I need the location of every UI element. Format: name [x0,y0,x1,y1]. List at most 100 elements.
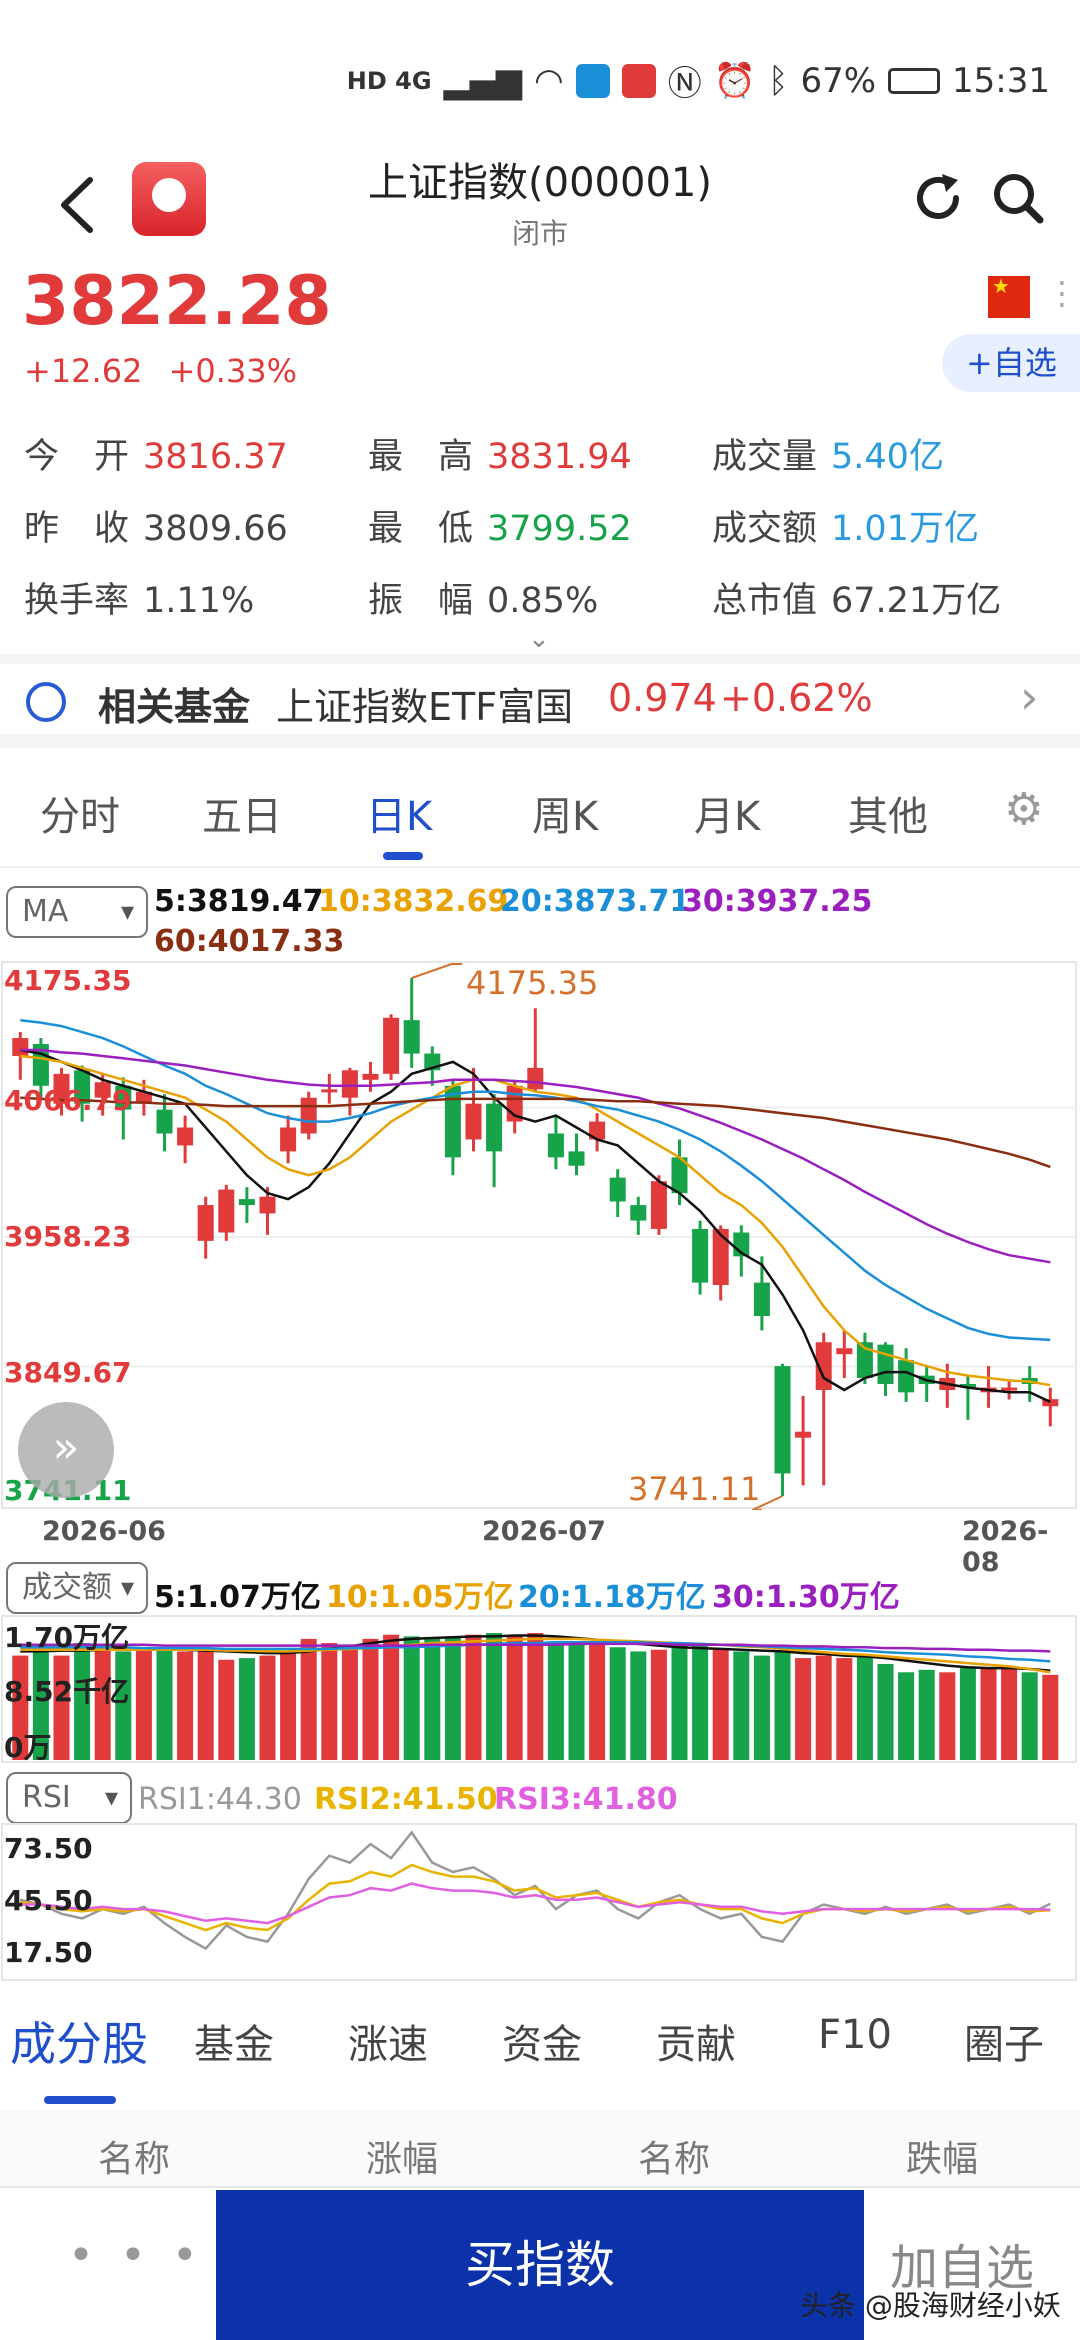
x-tick-aug: 2026-08 [962,1516,1049,1578]
add-watchlist-button[interactable]: +自选 [942,334,1080,392]
volume-bar [980,1668,997,1760]
tab-circle[interactable]: 圈子 [964,2012,1044,2070]
broker-logo[interactable] [132,162,206,236]
indicator-select-amount[interactable]: 成交额 [6,1562,148,1614]
candle-body [568,1151,585,1166]
volume-bar [547,1641,564,1760]
column-name-right[interactable]: 名称 [638,2130,710,2182]
volume-bar [362,1638,379,1760]
candle-body [547,1133,564,1158]
bottom-action-bar: • • • 买指数 加自选 头条 @股海财经小妖 [0,2186,1080,2340]
search-icon[interactable] [988,168,1048,228]
bluetooth-icon: ᛒ [768,60,789,101]
volume-bar [733,1651,750,1760]
candle-body [774,1366,791,1474]
tab-daily-k[interactable]: 日K [366,784,432,842]
y-tick-max: 4175.35 [4,964,132,997]
column-gain[interactable]: 涨幅 [366,2130,438,2182]
related-fund-bar[interactable]: 相关基金 上证指数ETF富国 0.974 +0.62% › [0,654,1080,748]
legend-ma30: 30:3937.25 [682,884,873,919]
list-column-headers: 名称 涨幅 名称 跌幅 [0,2110,1080,2190]
volume-bar [444,1636,461,1760]
rsi-frame [1,1823,1077,1981]
tab-constituents[interactable]: 成分股 [10,2008,148,2074]
nfc-icon: Ⓝ [667,64,702,104]
fast-forward-button[interactable]: » [18,1402,114,1498]
candle-body [692,1228,709,1283]
candle-body [630,1205,647,1221]
candlestick-chart[interactable]: 4175.35 4066.79 3958.23 3849.67 3741.11 … [0,960,1080,1511]
legend-ma60: 60:4017.33 [154,924,345,959]
fund-price: 0.974 [608,676,717,720]
volume-bar [589,1641,606,1760]
tab-monthly-k[interactable]: 月K [694,784,760,842]
back-arrow-icon[interactable] [50,170,110,240]
alarm-icon: ⏰ [713,60,757,101]
candle-body [177,1127,194,1146]
volume-bar [156,1647,173,1760]
stat-turnover: 换手率 1.11% [24,581,255,621]
indicator-select-rsi[interactable]: RSI [6,1772,132,1824]
volume-bar [712,1649,729,1760]
more-button[interactable]: • • • [68,2230,204,2281]
amount-chart[interactable]: 1.70万亿 8.52千亿 0万 [0,1614,1080,1764]
candle-body [403,1020,420,1054]
volume-bar [486,1633,503,1760]
candle-body [12,1038,29,1056]
candle-body [898,1360,915,1393]
rsi-chart[interactable]: 73.50 45.50 17.50 [0,1822,1080,1982]
volume-bar [177,1651,194,1760]
legend-ma5: 5:3819.47 [154,884,324,919]
volume-bar [135,1647,152,1760]
candle-body [362,1073,379,1080]
rsi-svg [1,1823,1077,1981]
buy-index-button[interactable]: 买指数 [216,2190,864,2340]
wifi-icon: ◠ [534,60,564,101]
china-flag-icon[interactable] [988,274,1030,318]
active-tab-indicator [383,852,423,860]
tab-other[interactable]: 其他 [848,784,928,842]
more-vertical-icon[interactable]: ⋮ [1046,274,1078,312]
tab-weekly-k[interactable]: 周K [532,784,598,842]
stat-prev-close: 昨 收 3809.66 [24,509,288,549]
volume-bar [753,1655,770,1760]
volume-bar [609,1647,626,1760]
candle-body [321,1089,338,1093]
header: 上证指数(000001) 闭市 [0,150,1080,260]
app-notification-icon [621,63,656,98]
legend-vol30: 30:1.30万亿 [712,1580,900,1615]
column-loss[interactable]: 跌幅 [906,2130,978,2182]
tab-capital[interactable]: 资金 [502,2012,582,2070]
volume-bar [1042,1674,1059,1760]
series-line-ma10 [20,1054,1051,1387]
vol-tick-mid: 8.52千亿 [4,1675,130,1708]
tab-funds[interactable]: 基金 [194,2012,274,2070]
volume-bar [280,1651,297,1760]
volume-bar [1021,1672,1038,1760]
tab-intraday[interactable]: 分时 [40,784,120,842]
refresh-icon[interactable] [908,168,968,228]
column-name-left[interactable]: 名称 [98,2130,170,2182]
stat-open: 今 开 3816.37 [24,437,288,477]
candle-body [836,1348,853,1355]
candle-body [238,1199,255,1206]
chart-frame [1,961,1077,1509]
tab-speed[interactable]: 涨速 [348,2012,428,2070]
expand-chevron-icon[interactable]: ⌄ [528,624,550,654]
tab-five-day[interactable]: 五日 [202,784,282,842]
legend-ma20: 20:3873.71 [500,884,691,919]
chevron-right-icon: › [1020,670,1039,724]
min-price-annotation: 3741.11 [628,1470,761,1508]
tab-f10[interactable]: F10 [818,2012,892,2058]
tab-contribution[interactable]: 贡献 [656,2012,736,2070]
candle-body [795,1431,812,1438]
signal-icon: ▂▄▆ [443,60,523,101]
indicator-select-ma[interactable]: MA [6,886,148,938]
volume-bar [856,1655,873,1760]
volume-bar [795,1658,812,1760]
volume-bar [300,1638,317,1760]
stat-amplitude: 振 幅 0.85% [368,581,599,621]
volume-bar [939,1672,956,1760]
gear-icon[interactable]: ⚙ [1004,784,1043,835]
last-price: 3822.28 [22,262,332,341]
